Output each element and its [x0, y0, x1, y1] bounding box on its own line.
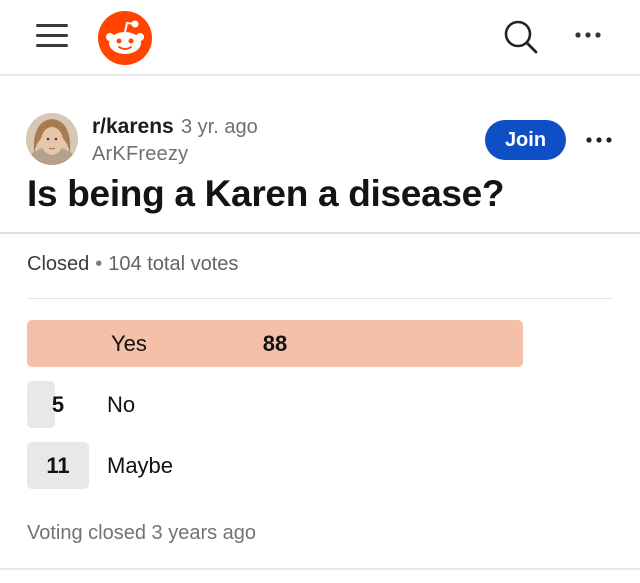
- voting-closed-text: Voting closed 3 years ago: [27, 522, 257, 544]
- poll-option-label: Yes: [111, 331, 147, 356]
- subreddit-avatar[interactable]: [26, 113, 78, 165]
- poll-option-count: 88: [262, 331, 288, 356]
- hamburger-menu-icon[interactable]: [36, 22, 68, 50]
- poll-option-label: No: [107, 392, 136, 417]
- more-options-icon[interactable]: [572, 27, 604, 43]
- poll-option-count: 11: [46, 453, 70, 478]
- poll-option-label: Maybe: [107, 453, 174, 478]
- reddit-logo-icon[interactable]: [98, 11, 152, 65]
- divider: [0, 74, 640, 76]
- poll-option-count: 5: [51, 392, 65, 417]
- join-button[interactable]: Join: [485, 120, 566, 160]
- divider: [0, 568, 640, 570]
- poll-meta: Closed • 104 total votes: [27, 253, 238, 276]
- post-age: 3 yr. ago: [181, 116, 258, 138]
- divider: [27, 298, 613, 299]
- top-navigation-bar: [0, 0, 640, 76]
- poll-total-votes: 104 total votes: [108, 253, 239, 275]
- post-title: Is being a Karen a disease?: [27, 173, 505, 214]
- subreddit-name[interactable]: r/karens: [92, 115, 174, 139]
- divider: [0, 232, 640, 234]
- search-icon[interactable]: [502, 18, 540, 56]
- poll-status: Closed: [27, 253, 90, 275]
- post-more-options-icon[interactable]: [584, 133, 614, 147]
- separator-dot: •: [95, 253, 103, 275]
- author-name[interactable]: ArKFreezy: [92, 143, 188, 166]
